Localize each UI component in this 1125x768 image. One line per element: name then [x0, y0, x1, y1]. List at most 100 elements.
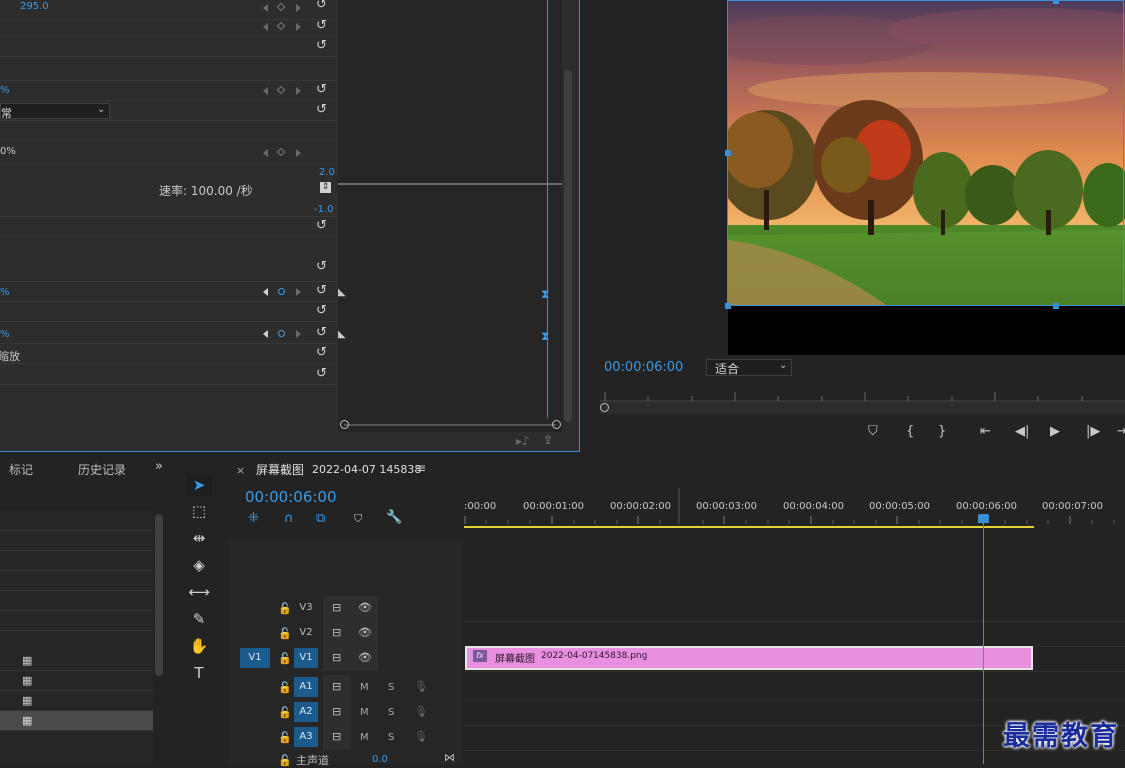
- track-label-v2[interactable]: V2: [294, 623, 318, 643]
- add-marker-icon[interactable]: ⛉: [868, 424, 878, 439]
- add-marker-icon[interactable]: ⛉: [354, 512, 362, 526]
- track-label-a1[interactable]: A1: [294, 677, 318, 697]
- lock-icon[interactable]: 🔓: [278, 652, 292, 665]
- export-icon[interactable]: ⇪: [543, 433, 553, 447]
- scale-value[interactable]: %: [0, 287, 10, 298]
- prev-keyframe-icon[interactable]: [263, 149, 268, 157]
- reset-icon[interactable]: ↺: [316, 218, 327, 233]
- eye-icon[interactable]: 👁: [358, 651, 372, 664]
- time-remap-value[interactable]: 0%: [0, 146, 16, 157]
- reset-icon[interactable]: ↺: [316, 259, 327, 274]
- slip-tool-icon[interactable]: ⟷: [186, 581, 212, 603]
- microphone-icon[interactable]: 🎙: [414, 680, 428, 693]
- close-sequence-icon[interactable]: ×: [236, 464, 245, 477]
- track-lane-v2[interactable]: [464, 621, 1125, 647]
- scale-value-2[interactable]: %: [0, 329, 10, 340]
- speed-toggle-icon[interactable]: ⇕: [320, 182, 331, 193]
- prev-keyframe-icon[interactable]: [263, 288, 268, 296]
- sync-lock-icon[interactable]: ⊟: [332, 626, 341, 639]
- transform-handle[interactable]: [1053, 303, 1059, 309]
- zoom-end-handle[interactable]: [552, 420, 561, 429]
- speed-line[interactable]: [338, 183, 562, 185]
- mark-in-icon[interactable]: {: [906, 424, 914, 439]
- add-keyframe-icon[interactable]: [276, 2, 286, 12]
- track-label-v3[interactable]: V3: [294, 598, 318, 618]
- reset-icon[interactable]: ↺: [316, 82, 327, 97]
- audio-only-icon[interactable]: ▸♪: [516, 434, 530, 448]
- keyframe-hourglass-icon[interactable]: ⧗: [541, 329, 549, 344]
- go-to-in-icon[interactable]: ⇤: [980, 424, 991, 439]
- lock-icon[interactable]: 🔓: [278, 602, 292, 615]
- wrench-icon[interactable]: 🔧: [386, 510, 402, 525]
- mute-button[interactable]: M: [360, 682, 369, 693]
- tab-history[interactable]: 历史记录: [78, 461, 126, 478]
- keyframe-on-icon[interactable]: [278, 330, 285, 337]
- list-item[interactable]: [0, 571, 153, 591]
- list-item[interactable]: [0, 551, 153, 571]
- track-label-a3[interactable]: A3: [294, 727, 318, 747]
- mute-button[interactable]: M: [360, 732, 369, 743]
- eye-icon[interactable]: 👁: [358, 601, 372, 614]
- keyframe-hourglass-icon[interactable]: ⧗: [541, 287, 549, 302]
- lock-icon[interactable]: 🔓: [278, 681, 292, 694]
- next-keyframe-icon[interactable]: [296, 288, 301, 296]
- program-zoom-scrollbar[interactable]: [600, 402, 1125, 414]
- tab-markers[interactable]: 标记: [9, 461, 33, 478]
- reset-icon[interactable]: ↺: [316, 345, 327, 360]
- lock-icon[interactable]: 🔓: [278, 731, 292, 744]
- lock-icon[interactable]: 🔓: [278, 706, 292, 719]
- sequence-menu-icon[interactable]: ≡: [416, 461, 426, 475]
- reset-icon[interactable]: ↺: [316, 38, 327, 53]
- microphone-icon[interactable]: 🎙: [414, 705, 428, 718]
- sync-lock-icon[interactable]: ⊟: [332, 651, 341, 664]
- sync-lock-icon[interactable]: ⊟: [332, 730, 341, 743]
- position-value[interactable]: 295.0: [20, 1, 49, 12]
- add-keyframe-icon[interactable]: [276, 85, 286, 95]
- prev-keyframe-icon[interactable]: [263, 4, 268, 12]
- effect-vertical-scrollbar[interactable]: [564, 70, 572, 422]
- list-item[interactable]: ▦: [0, 691, 153, 711]
- razor-tool-icon[interactable]: ◈: [186, 554, 212, 576]
- pen-tool-icon[interactable]: ✎: [186, 608, 212, 630]
- list-item[interactable]: [0, 591, 153, 611]
- reset-icon[interactable]: ↺: [316, 283, 327, 298]
- transform-handle[interactable]: [725, 150, 731, 156]
- effect-zoom-scrollbar[interactable]: [340, 420, 562, 430]
- selection-tool-icon[interactable]: ➤: [186, 474, 212, 496]
- transform-handle[interactable]: [725, 303, 731, 309]
- keyframe-left-icon[interactable]: ◣: [338, 329, 346, 340]
- timeline-clip[interactable]: fx 屏幕截图 2022-04-07 145838.png: [465, 646, 1033, 670]
- mark-out-icon[interactable]: }: [938, 424, 946, 439]
- list-item[interactable]: ▦: [0, 651, 153, 671]
- list-item[interactable]: ▦: [0, 671, 153, 691]
- transform-handle[interactable]: [1053, 0, 1059, 4]
- next-keyframe-icon[interactable]: [296, 330, 301, 338]
- nest-icon[interactable]: ⁜: [248, 511, 259, 526]
- play-icon[interactable]: ▶: [1050, 424, 1060, 439]
- next-keyframe-icon[interactable]: [296, 23, 301, 31]
- source-patch-v1[interactable]: V1: [240, 648, 270, 668]
- prev-keyframe-icon[interactable]: [263, 23, 268, 31]
- lock-icon[interactable]: 🔓: [278, 627, 292, 640]
- playhead-handle[interactable]: [978, 514, 989, 523]
- prev-keyframe-icon[interactable]: [263, 330, 268, 338]
- reset-icon[interactable]: ↺: [316, 0, 327, 12]
- track-label-a2[interactable]: A2: [294, 702, 318, 722]
- work-area-bar[interactable]: [464, 526, 1034, 528]
- solo-button[interactable]: S: [388, 707, 394, 718]
- effect-mini-timeline[interactable]: ◣ ◣ ⧗ ⧗: [338, 0, 562, 432]
- prev-keyframe-icon[interactable]: [263, 87, 268, 95]
- hand-tool-icon[interactable]: ✋: [186, 635, 212, 657]
- opacity-value[interactable]: %: [0, 85, 10, 96]
- effect-playhead[interactable]: [547, 0, 548, 418]
- add-keyframe-icon[interactable]: [276, 147, 286, 157]
- fit-zoom-select[interactable]: 适合 ⌄: [706, 359, 792, 376]
- project-scrollbar[interactable]: [155, 514, 163, 676]
- track-select-tool-icon[interactable]: ⬚: [186, 500, 212, 522]
- list-item-selected[interactable]: ▦: [0, 711, 153, 731]
- next-keyframe-icon[interactable]: [296, 149, 301, 157]
- go-to-master-icon[interactable]: ⋈: [444, 751, 455, 764]
- solo-button[interactable]: S: [388, 732, 394, 743]
- track-label-v1[interactable]: V1: [294, 648, 318, 668]
- reset-icon[interactable]: ↺: [316, 325, 327, 340]
